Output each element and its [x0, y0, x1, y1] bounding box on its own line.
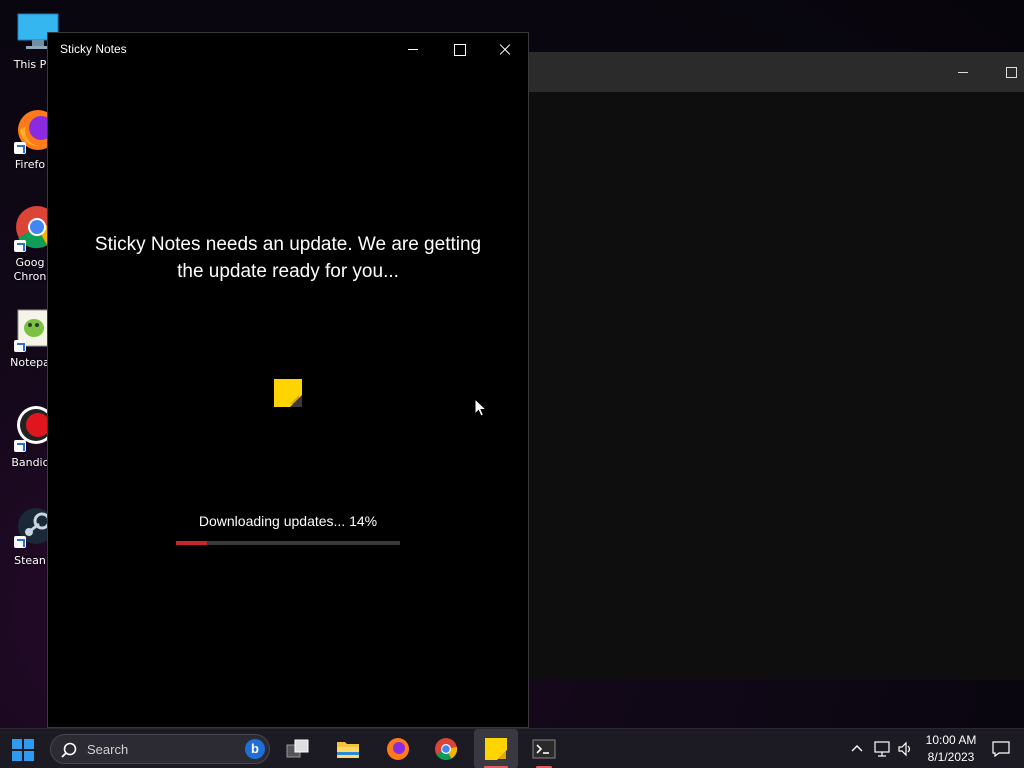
- taskbar-clock[interactable]: 10:00 AM 8/1/2023: [908, 732, 994, 766]
- chrome-icon: [435, 738, 458, 760]
- start-button[interactable]: [12, 739, 34, 761]
- shortcut-arrow-icon: [14, 440, 26, 452]
- progress-bar: [176, 541, 400, 545]
- sticky-notes-window[interactable]: Sticky Notes Sticky Notes needs an updat…: [47, 32, 529, 728]
- terminal-taskbar-button[interactable]: [522, 729, 566, 768]
- progress-text: Downloading updates... 14%: [198, 513, 378, 529]
- taskbar: Search b 10:00 AM 8/1/2023: [0, 728, 1024, 768]
- notification-icon[interactable]: [992, 741, 1010, 757]
- mouse-cursor-icon: [474, 398, 488, 417]
- file-explorer-icon: [337, 742, 359, 758]
- minimize-button[interactable]: [390, 33, 436, 65]
- shortcut-arrow-icon: [14, 240, 26, 252]
- search-placeholder: Search: [87, 742, 129, 757]
- search-icon: [61, 742, 77, 758]
- sticky-notes-taskbar-button[interactable]: [474, 729, 518, 768]
- minimize-button[interactable]: [952, 64, 976, 80]
- network-icon[interactable]: [874, 741, 892, 757]
- firefox-taskbar-button[interactable]: [376, 729, 420, 768]
- chrome-taskbar-button[interactable]: [424, 729, 468, 768]
- maximize-button[interactable]: [436, 33, 482, 65]
- update-message: Sticky Notes needs an update. We are get…: [94, 234, 482, 282]
- window-title: Sticky Notes: [60, 42, 127, 56]
- clock-date: 8/1/2023: [927, 750, 975, 764]
- clock-time: 10:00 AM: [925, 733, 977, 747]
- bing-icon[interactable]: b: [245, 739, 265, 759]
- maximize-button[interactable]: [1000, 64, 1024, 80]
- terminal-icon: [532, 739, 556, 759]
- firefox-icon: [387, 738, 409, 760]
- background-window-titlebar[interactable]: [528, 52, 1024, 92]
- progress-bar-fill: [176, 541, 208, 545]
- taskbar-search[interactable]: Search b: [50, 734, 270, 764]
- task-view-button[interactable]: [276, 729, 320, 768]
- chevron-up-icon[interactable]: [850, 743, 864, 753]
- file-explorer-button[interactable]: [326, 729, 370, 768]
- sticky-notes-icon: [274, 379, 302, 407]
- background-window[interactable]: [528, 52, 1024, 680]
- sticky-notes-icon: [485, 738, 507, 760]
- task-view-icon: [286, 739, 309, 758]
- shortcut-arrow-icon: [14, 536, 26, 548]
- shortcut-arrow-icon: [14, 340, 26, 352]
- shortcut-arrow-icon: [14, 142, 26, 154]
- close-button[interactable]: [482, 33, 528, 65]
